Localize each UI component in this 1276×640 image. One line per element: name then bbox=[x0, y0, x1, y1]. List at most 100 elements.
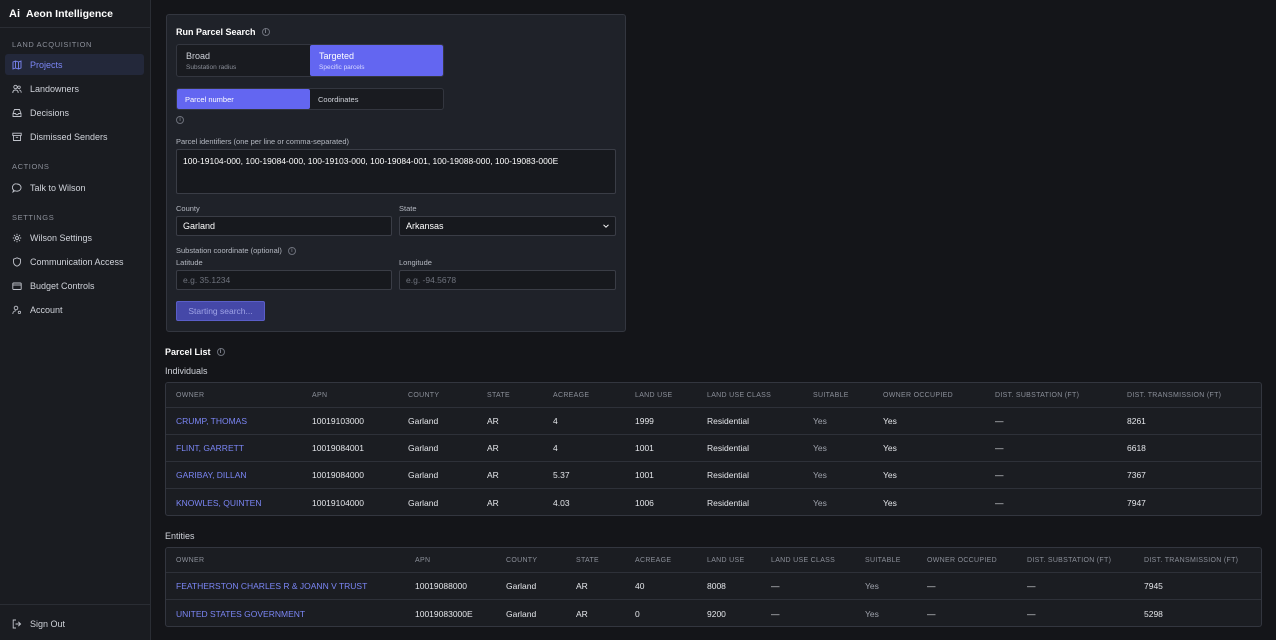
parcel-list-title: Parcel List i bbox=[165, 347, 225, 357]
table-row[interactable]: GARIBAY, DILLAN 10019084000 Garland AR 5.37 1… bbox=[166, 462, 1261, 489]
table-cell: Yes bbox=[883, 470, 897, 480]
table-cell: 8008 bbox=[707, 581, 726, 591]
start-search-button[interactable]: Starting search... bbox=[176, 301, 265, 321]
table-cell: — bbox=[995, 416, 1004, 426]
column-header[interactable]: DIST. SUBSTATION (FT) bbox=[995, 383, 1079, 407]
sidebar-item-projects[interactable]: Projects bbox=[5, 54, 144, 75]
sidebar-item-account[interactable]: Account bbox=[5, 299, 144, 320]
mode-title: Targeted bbox=[319, 51, 355, 61]
column-header[interactable]: LAND USE bbox=[635, 383, 672, 407]
section-label-actions: ACTIONS bbox=[12, 162, 50, 171]
column-header[interactable]: ACREAGE bbox=[553, 383, 589, 407]
column-header[interactable]: SUITABLE bbox=[813, 383, 849, 407]
table-cell: 1006 bbox=[635, 497, 654, 508]
owner-link[interactable]: UNITED STATES GOVERNMENT bbox=[176, 600, 305, 626]
table-cell: 7947 bbox=[1127, 497, 1146, 508]
table-cell: AR bbox=[576, 581, 588, 591]
sidebar-item-landowners[interactable]: Landowners bbox=[5, 78, 144, 99]
table-row[interactable]: KNOWLES, QUINTEN 10019104000 Garland AR 4.03… bbox=[166, 489, 1261, 515]
owner-link[interactable]: CRUMP, THOMAS bbox=[176, 408, 247, 434]
column-header[interactable]: APN bbox=[312, 383, 327, 407]
search-mode-toggle: Broad Substation radius Targeted Specifi… bbox=[176, 44, 444, 77]
state-select[interactable]: Arkansas bbox=[399, 216, 616, 236]
table-cell: Residential bbox=[707, 443, 750, 453]
table-cell: Residential bbox=[707, 470, 750, 480]
sign-out-button[interactable]: Sign Out bbox=[5, 613, 144, 634]
parcel-search-card: Run Parcel Search i Broad Substation rad… bbox=[166, 14, 626, 332]
mode-broad-button[interactable]: Broad Substation radius bbox=[177, 45, 310, 76]
sidebar-item-talk-to-wilson[interactable]: Talk to Wilson bbox=[5, 177, 144, 198]
brand[interactable]: Ai Aeon Intelligence bbox=[0, 0, 150, 28]
column-header[interactable]: DIST. TRANSMISSION (FT) bbox=[1127, 383, 1221, 407]
table-cell: Yes bbox=[883, 443, 897, 453]
substation-label: Substation coordinate (optional) i bbox=[176, 246, 296, 255]
table-row[interactable]: FEATHERSTON CHARLES R & JOANN V TRUST 100… bbox=[166, 573, 1261, 600]
mode-subtitle: Specific parcels bbox=[319, 64, 365, 71]
column-header[interactable]: LAND USE CLASS bbox=[771, 548, 835, 572]
sidebar-item-dismissed-senders[interactable]: Dismissed Senders bbox=[5, 126, 144, 147]
logout-icon bbox=[12, 619, 22, 629]
table-header-row: OWNER APN COUNTY STATE ACREAGE LAND USE LAND U… bbox=[166, 383, 1261, 408]
map-icon bbox=[12, 59, 22, 70]
column-header[interactable]: OWNER bbox=[176, 383, 204, 407]
sidebar-item-wilson-settings[interactable]: Wilson Settings bbox=[5, 227, 144, 248]
table-row[interactable]: CRUMP, THOMAS 10019103000 Garland AR 4 1999 Re… bbox=[166, 408, 1261, 435]
table-cell: Yes bbox=[865, 581, 879, 591]
column-header[interactable]: APN bbox=[415, 548, 430, 572]
owner-link[interactable]: FEATHERSTON CHARLES R & JOANN V TRUST bbox=[176, 573, 367, 599]
table-cell: 8261 bbox=[1127, 416, 1146, 426]
column-header[interactable]: ACREAGE bbox=[635, 548, 671, 572]
column-header[interactable]: STATE bbox=[576, 548, 599, 572]
column-header[interactable]: OWNER bbox=[176, 548, 204, 572]
column-header[interactable]: SUITABLE bbox=[865, 548, 901, 572]
archive-icon bbox=[12, 132, 22, 142]
id-type-parcel-number[interactable]: Parcel number bbox=[177, 89, 310, 109]
gear-icon bbox=[12, 233, 22, 243]
column-header[interactable]: STATE bbox=[487, 383, 510, 407]
chevron-down-icon bbox=[603, 224, 609, 228]
owner-link[interactable]: GARIBAY, DILLAN bbox=[176, 462, 247, 488]
table-cell: Yes bbox=[813, 416, 827, 426]
column-header[interactable]: COUNTY bbox=[506, 548, 537, 572]
column-header[interactable]: DIST. TRANSMISSION (FT) bbox=[1144, 548, 1238, 572]
individuals-table: OWNER APN COUNTY STATE ACREAGE LAND USE LAND U… bbox=[165, 382, 1262, 516]
table-row[interactable]: FLINT, GARRETT 10019084001 Garland AR 4 1001 R… bbox=[166, 435, 1261, 462]
substation-label-text: Substation coordinate (optional) bbox=[176, 246, 282, 255]
section-label-settings: SETTINGS bbox=[12, 213, 55, 222]
individuals-label: Individuals bbox=[165, 366, 208, 376]
search-card-title: Run Parcel Search i bbox=[176, 27, 270, 37]
parcel-identifiers-input[interactable]: 100-19104-000, 100-19084-000, 100-19103-… bbox=[176, 149, 616, 194]
longitude-input[interactable]: e.g. -94.5678 bbox=[399, 270, 616, 290]
column-header[interactable]: OWNER OCCUPIED bbox=[927, 548, 997, 572]
table-cell: Yes bbox=[865, 608, 879, 619]
info-icon[interactable]: i bbox=[261, 28, 270, 36]
column-header[interactable]: DIST. SUBSTATION (FT) bbox=[1027, 548, 1111, 572]
info-icon[interactable]: i bbox=[287, 246, 296, 255]
table-cell: Yes bbox=[813, 470, 827, 480]
state-select-value: Arkansas bbox=[406, 221, 444, 231]
column-header[interactable]: LAND USE bbox=[707, 548, 744, 572]
column-header[interactable]: OWNER OCCUPIED bbox=[883, 383, 953, 407]
latitude-input[interactable]: e.g. 35.1234 bbox=[176, 270, 392, 290]
column-header[interactable]: LAND USE CLASS bbox=[707, 383, 771, 407]
info-icon[interactable]: i bbox=[216, 348, 225, 356]
info-icon[interactable]: i bbox=[176, 116, 184, 124]
mode-targeted-button[interactable]: Targeted Specific parcels bbox=[310, 45, 443, 76]
table-cell: 10019104000 bbox=[312, 497, 365, 508]
sidebar-item-decisions[interactable]: Decisions bbox=[5, 102, 144, 123]
county-input[interactable]: Garland bbox=[176, 216, 392, 236]
column-header[interactable]: COUNTY bbox=[408, 383, 439, 407]
id-type-coordinates[interactable]: Coordinates bbox=[310, 89, 443, 109]
table-cell: — bbox=[1027, 581, 1036, 591]
sidebar-item-communication-access[interactable]: Communication Access bbox=[5, 251, 144, 272]
table-row[interactable]: UNITED STATES GOVERNMENT 10019083000E Garl… bbox=[166, 600, 1261, 626]
table-cell: Garland bbox=[408, 497, 439, 508]
table-cell: 5.37 bbox=[553, 470, 570, 480]
parcel-list-title-text: Parcel List bbox=[165, 347, 211, 357]
owner-link[interactable]: KNOWLES, QUINTEN bbox=[176, 489, 261, 515]
table-cell: — bbox=[1027, 608, 1036, 619]
table-cell: Garland bbox=[408, 416, 439, 426]
table-cell: 6618 bbox=[1127, 443, 1146, 453]
sidebar-item-budget-controls[interactable]: Budget Controls bbox=[5, 275, 144, 296]
owner-link[interactable]: FLINT, GARRETT bbox=[176, 435, 244, 461]
